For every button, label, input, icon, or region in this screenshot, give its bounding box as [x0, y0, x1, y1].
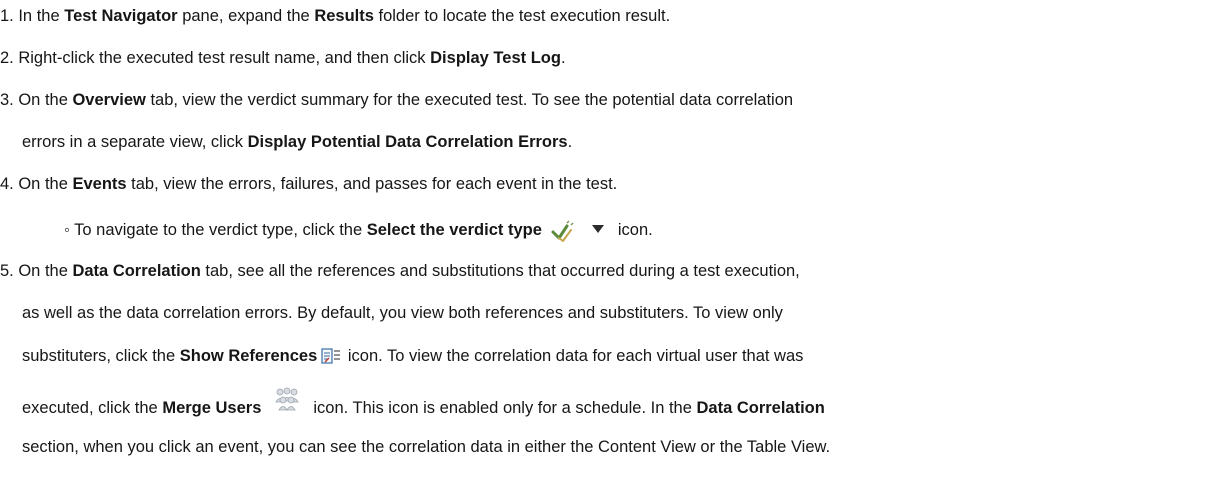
step-text: section, when you click an event, you ca…	[22, 438, 831, 456]
step-5-line-4: executed, click the Merge Users icon. Th…	[22, 387, 825, 423]
step-text: In the	[13, 7, 65, 25]
step-text: substituters, click the	[22, 347, 180, 365]
step-text: executed, click the	[22, 399, 163, 417]
step-text: pane, expand the	[177, 7, 315, 25]
ui-term: Display Test Log	[430, 49, 561, 67]
ui-term: Data Correlation	[72, 262, 201, 280]
ui-term: Test Navigator	[64, 7, 178, 25]
step-text: To navigate to the verdict type, click t…	[69, 221, 367, 239]
step-text: tab, view the errors, failures, and pass…	[126, 175, 618, 193]
step-4: 4. On the Events tab, view the errors, f…	[0, 173, 617, 195]
step-text: errors in a separate view, click	[22, 133, 248, 151]
step-5: 5. On the Data Correlation tab, see all …	[0, 260, 800, 282]
step-3: 3. On the Overview tab, view the verdict…	[0, 89, 793, 111]
step-5-line-2: as well as the data correlation errors. …	[22, 302, 783, 324]
step-text: folder to locate the test execution resu…	[373, 7, 671, 25]
step-text: icon.	[617, 221, 653, 239]
step-5-line-5: section, when you click an event, you ca…	[22, 436, 830, 458]
step-text: tab, see all the references and substitu…	[200, 262, 800, 280]
ui-term: Show References	[179, 347, 318, 365]
step-number: 4.	[0, 175, 14, 193]
ui-term: Data Correlation	[696, 399, 825, 417]
procedure-steps: 1. In the Test Navigator pane, expand th…	[0, 0, 1211, 485]
ui-term: Results	[314, 7, 374, 25]
step-5-line-3: substituters, click the Show References …	[22, 343, 803, 369]
step-text: icon. To view the correlation data for e…	[343, 347, 804, 365]
step-1: 1. In the Test Navigator pane, expand th…	[0, 5, 670, 27]
show-references-icon	[321, 348, 341, 366]
step-2: 2. Right-click the executed test result …	[0, 47, 566, 69]
ui-term: Display Potential Data Correlation Error…	[247, 133, 568, 151]
step-text: tab, view the verdict summary for the ex…	[145, 91, 794, 109]
step-text: as well as the data correlation errors. …	[22, 304, 783, 322]
step-3-continued: errors in a separate view, click Display…	[22, 131, 572, 153]
verdict-checkmark-icon	[550, 220, 576, 243]
step-text: On the	[13, 262, 73, 280]
ui-term: Events	[72, 175, 127, 193]
step-text: Right-click the executed test result nam…	[13, 49, 431, 67]
step-text: On the	[13, 91, 73, 109]
ui-term: Overview	[72, 91, 146, 109]
step-number: 3.	[0, 91, 14, 109]
step-number: 1.	[0, 7, 14, 25]
step-text: On the	[13, 175, 73, 193]
step-number: 2.	[0, 49, 14, 67]
step-4-sub-bullet: ◦ To navigate to the verdict type, click…	[64, 215, 653, 245]
ui-term: Merge Users	[162, 399, 262, 417]
ui-term: Select the verdict type	[366, 221, 542, 239]
step-number: 5.	[0, 262, 14, 280]
merge-users-icon	[273, 386, 301, 412]
dropdown-arrow-icon	[591, 224, 604, 233]
step-text: .	[560, 49, 566, 67]
step-text: icon. This icon is enabled only for a sc…	[313, 399, 697, 417]
step-text: .	[567, 133, 573, 151]
